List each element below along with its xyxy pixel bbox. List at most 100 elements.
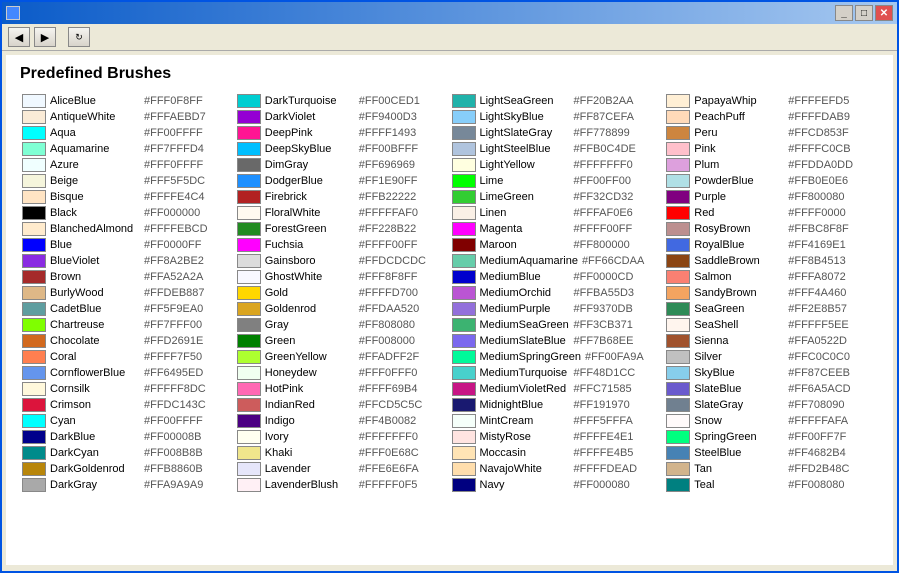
list-item: SlateGray#FF708090 xyxy=(664,397,879,413)
color-hex: #FFDEB887 xyxy=(144,287,214,299)
color-hex: #FFFFE4E1 xyxy=(574,431,644,443)
color-hex: #FFB22222 xyxy=(359,191,429,203)
color-swatch xyxy=(666,286,690,300)
color-hex: #FFFFFAFA xyxy=(788,415,858,427)
color-name: MediumSeaGreen xyxy=(480,319,570,331)
color-swatch xyxy=(452,126,476,140)
color-name: DarkViolet xyxy=(265,111,355,123)
color-hex: #FFFFF0F5 xyxy=(359,479,429,491)
list-item: MediumTurquoise#FF48D1CC xyxy=(450,365,665,381)
color-swatch xyxy=(452,302,476,316)
color-name: MintCream xyxy=(480,415,570,427)
list-item: FloralWhite #FFFFFAF0 xyxy=(235,205,450,221)
color-swatch xyxy=(666,350,690,364)
color-name: Blue xyxy=(50,239,140,251)
color-hex: #FFFFFFF0 xyxy=(574,159,644,171)
color-hex: #FFF5FFFA xyxy=(574,415,644,427)
color-swatch xyxy=(666,190,690,204)
color-swatch xyxy=(22,430,46,444)
list-item: DeepSkyBlue#FF00BFFF xyxy=(235,141,450,157)
list-item: LimeGreen#FF32CD32 xyxy=(450,189,665,205)
color-name: BlanchedAlmond xyxy=(50,223,140,235)
color-name: RosyBrown xyxy=(694,223,784,235)
color-name: SaddleBrown xyxy=(694,255,784,267)
list-item: MediumAquamarine#FF66CDAA xyxy=(450,253,665,269)
color-hex: #FFFFFAF0 xyxy=(359,207,429,219)
list-item: Ivory#FFFFFFF0 xyxy=(235,429,450,445)
color-swatch xyxy=(452,446,476,460)
color-swatch xyxy=(452,158,476,172)
color-hex: #FF800080 xyxy=(788,191,858,203)
color-name: FloralWhite xyxy=(265,207,355,219)
list-item: MediumOrchid#FFBA55D3 xyxy=(450,285,665,301)
color-hex: #FFFF00FF xyxy=(574,223,644,235)
color-hex: #FFF4A460 xyxy=(788,287,858,299)
color-hex: #FF00BFFF xyxy=(359,143,429,155)
color-name: Coral xyxy=(50,351,140,363)
color-name: SeaShell xyxy=(694,319,784,331)
color-swatch xyxy=(237,238,261,252)
color-hex: #FFFFD700 xyxy=(359,287,429,299)
refresh-button[interactable]: ↻ xyxy=(68,27,90,47)
color-name: MediumBlue xyxy=(480,271,570,283)
color-hex: #FFD2691E xyxy=(144,335,214,347)
color-swatch xyxy=(237,334,261,348)
app-icon xyxy=(6,6,20,20)
color-name: Moccasin xyxy=(480,447,570,459)
color-swatch xyxy=(22,158,46,172)
color-name: Sienna xyxy=(694,335,784,347)
color-name: DeepPink xyxy=(265,127,355,139)
color-name: LightSeaGreen xyxy=(480,95,570,107)
list-item: Salmon#FFFA8072 xyxy=(664,269,879,285)
back-button[interactable]: ◀ xyxy=(8,27,30,47)
color-name: Beige xyxy=(50,175,140,187)
minimize-button[interactable]: _ xyxy=(835,5,853,21)
color-name: PowderBlue xyxy=(694,175,784,187)
list-item: Linen#FFFAF0E6 xyxy=(450,205,665,221)
list-item: PeachPuff#FFFFDAB9 xyxy=(664,109,879,125)
maximize-button[interactable]: □ xyxy=(855,5,873,21)
list-item: DarkGray#FFA9A9A9 xyxy=(20,477,235,493)
color-hex: #FF87CEEB xyxy=(788,367,858,379)
color-name: SandyBrown xyxy=(694,287,784,299)
color-name: AliceBlue xyxy=(50,95,140,107)
color-name: Cyan xyxy=(50,415,140,427)
color-hex: #FF0000FF xyxy=(144,239,214,251)
color-hex: #FFFF1493 xyxy=(359,127,429,139)
color-name: Chocolate xyxy=(50,335,140,347)
color-swatch xyxy=(666,270,690,284)
color-name: DodgerBlue xyxy=(265,175,355,187)
close-button[interactable]: ✕ xyxy=(875,5,893,21)
colors-grid: AliceBlue#FFF0F8FFDarkTurquoise#FF00CED1… xyxy=(20,93,879,493)
color-swatch xyxy=(666,414,690,428)
color-hex: #FF228B22 xyxy=(359,223,429,235)
color-hex: #FFFFEBCD xyxy=(144,223,214,235)
list-item: SkyBlue#FF87CEEB xyxy=(664,365,879,381)
list-item: Black#FF000000 xyxy=(20,205,235,221)
color-name: DarkTurquoise xyxy=(265,95,355,107)
forward-button[interactable]: ▶ xyxy=(34,27,56,47)
color-name: MistyRose xyxy=(480,431,570,443)
color-hex: #FFD2B48C xyxy=(788,463,858,475)
color-name: SeaGreen xyxy=(694,303,784,315)
color-hex: #FFFF69B4 xyxy=(359,383,429,395)
color-swatch xyxy=(237,142,261,156)
color-name: DarkCyan xyxy=(50,447,140,459)
list-item: BlanchedAlmond #FFFFEBCD xyxy=(20,221,235,237)
color-name: MediumOrchid xyxy=(480,287,570,299)
color-hex: #FF4169E1 xyxy=(788,239,858,251)
list-item: Moccasin#FFFFE4B5 xyxy=(450,445,665,461)
color-name: HotPink xyxy=(265,383,355,395)
color-name: Brown xyxy=(50,271,140,283)
color-hex: #FF9400D3 xyxy=(359,111,429,123)
list-item: SeaShell#FFFFF5EE xyxy=(664,317,879,333)
color-hex: #FFFAEBD7 xyxy=(144,111,214,123)
color-name: DimGray xyxy=(265,159,355,171)
color-name: MidnightBlue xyxy=(480,399,570,411)
color-swatch xyxy=(237,286,261,300)
color-hex: #FFADFF2F xyxy=(359,351,429,363)
color-name: Indigo xyxy=(265,415,355,427)
color-hex: #FFF0F8FF xyxy=(144,95,214,107)
color-swatch xyxy=(237,462,261,476)
list-item: PowderBlue#FFB0E0E6 xyxy=(664,173,879,189)
